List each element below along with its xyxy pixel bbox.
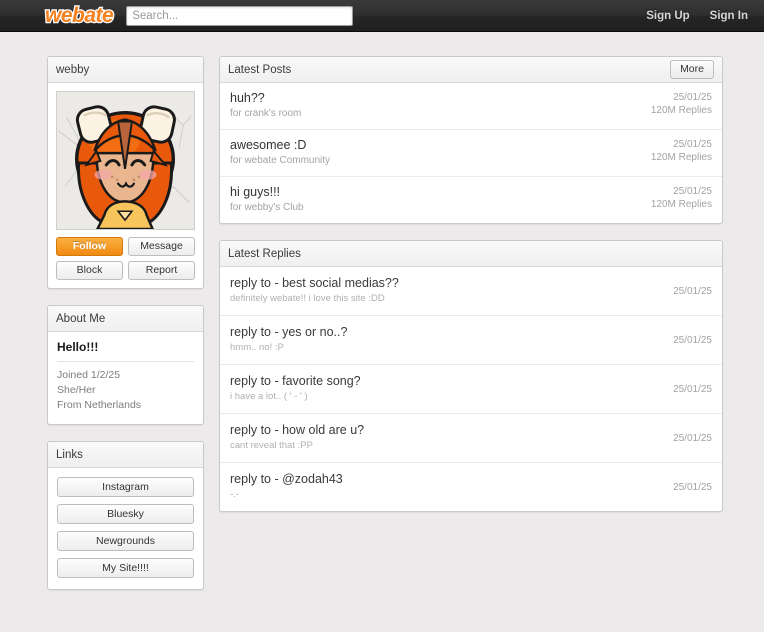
reply-row[interactable]: reply to - yes or no..? hmm.. no! :P 25/…	[220, 315, 722, 364]
post-row-left: hi guys!!! for webby's Club	[230, 185, 304, 215]
post-reply-count: 120M Replies	[650, 199, 712, 210]
reply-row-right: 25/01/25	[663, 383, 712, 396]
post-date: 25/01/25	[673, 139, 712, 150]
sidebar: webby Follow Message Block Report About …	[47, 56, 204, 590]
reply-date: 25/01/25	[673, 383, 712, 395]
post-title: awesomee :D	[230, 138, 307, 152]
post-row-right: 25/01/25 120M Replies	[641, 185, 712, 211]
reply-row-left: reply to - how old are u? cant reveal th…	[230, 423, 364, 453]
profile-panel-body: Follow Message Block Report	[48, 83, 203, 288]
reply-date: 25/01/25	[673, 334, 712, 346]
post-context: for webby's Club	[230, 202, 304, 213]
reply-date: 25/01/25	[673, 432, 712, 444]
reply-title: reply to - @zodah43	[230, 472, 343, 486]
sign-in-link[interactable]: Sign In	[710, 10, 748, 22]
reply-body: i have a lot.. ( ' - ' )	[230, 391, 308, 402]
reply-row-left: reply to - yes or no..? hmm.. no! :P	[230, 325, 347, 355]
post-context: for crank's room	[230, 108, 302, 119]
reply-row-left: reply to - @zodah43 -.-	[230, 472, 343, 502]
post-date: 25/01/25	[673, 186, 712, 197]
reply-body: cant reveal that :PP	[230, 440, 313, 451]
page-layout: webby Follow Message Block Report About …	[0, 56, 764, 590]
latest-posts-list: huh?? for crank's room 25/01/25 120M Rep…	[220, 83, 722, 223]
reply-row-left: reply to - favorite song? i have a lot..…	[230, 374, 361, 404]
site-header: webate Sign Up Sign In	[0, 0, 764, 32]
profile-panel-header: webby	[48, 57, 203, 83]
reply-date: 25/01/25	[673, 481, 712, 493]
page-body: webby Follow Message Block Report About …	[0, 32, 764, 632]
latest-replies-title: Latest Replies	[228, 247, 301, 260]
reply-date: 25/01/25	[673, 285, 712, 297]
post-row-right: 25/01/25 120M Replies	[641, 91, 712, 117]
profile-action-buttons: Follow Message Block Report	[56, 237, 195, 280]
message-button[interactable]: Message	[128, 237, 195, 256]
reply-title: reply to - how old are u?	[230, 423, 365, 437]
post-row[interactable]: hi guys!!! for webby's Club 25/01/25 120…	[220, 176, 722, 223]
link-newgrounds[interactable]: Newgrounds	[57, 531, 194, 551]
about-me-joined: Joined 1/2/25	[57, 369, 121, 381]
reply-row[interactable]: reply to - best social medias?? definite…	[220, 267, 722, 315]
reply-row-right: 25/01/25	[663, 432, 712, 445]
reply-title: reply to - yes or no..?	[230, 325, 348, 339]
links-header: Links	[48, 442, 203, 468]
header-nav: Sign Up Sign In	[646, 0, 748, 32]
reply-title: reply to - best social medias??	[230, 276, 399, 290]
post-title: huh??	[230, 91, 265, 105]
reply-row[interactable]: reply to - favorite song? i have a lot..…	[220, 364, 722, 413]
about-me-pronouns: She/Her	[57, 384, 96, 396]
reply-body: hmm.. no! :P	[230, 342, 284, 353]
reply-row-right: 25/01/25	[663, 334, 712, 347]
latest-replies-panel: Latest Replies reply to - best social me…	[219, 240, 723, 512]
reply-row-left: reply to - best social medias?? definite…	[230, 276, 399, 306]
search-input[interactable]	[126, 5, 354, 26]
links-title: Links	[56, 448, 83, 461]
latest-replies-list: reply to - best social medias?? definite…	[220, 267, 722, 511]
post-reply-count: 120M Replies	[650, 105, 712, 116]
post-title: hi guys!!!	[230, 185, 281, 199]
post-row-right: 25/01/25 120M Replies	[641, 138, 712, 164]
post-row[interactable]: awesomee :D for webate Community 25/01/2…	[220, 129, 722, 176]
reply-row-right: 25/01/25	[663, 481, 712, 494]
latest-posts-title: Latest Posts	[228, 63, 292, 76]
about-me-title: About Me	[56, 312, 106, 325]
follow-button[interactable]: Follow	[56, 237, 123, 256]
reply-row[interactable]: reply to - how old are u? cant reveal th…	[220, 413, 722, 462]
profile-panel: webby Follow Message Block Report	[47, 56, 204, 289]
reply-row[interactable]: reply to - @zodah43 -.- 25/01/25	[220, 462, 722, 511]
reply-body: -.-	[230, 489, 239, 500]
link-instagram[interactable]: Instagram	[57, 477, 194, 497]
report-button[interactable]: Report	[128, 261, 195, 280]
site-logo[interactable]: webate	[44, 4, 115, 28]
links-panel: Links Instagram Bluesky Newgrounds My Si…	[47, 441, 204, 590]
latest-replies-header: Latest Replies	[220, 241, 722, 267]
avatar[interactable]	[56, 91, 195, 230]
about-me-body: Hello!!! Joined 1/2/25 She/Her From Neth…	[48, 332, 203, 424]
about-me-panel: About Me Hello!!! Joined 1/2/25 She/Her …	[47, 305, 204, 425]
reply-title: reply to - favorite song?	[230, 374, 361, 388]
post-reply-count: 120M Replies	[650, 152, 712, 163]
block-button[interactable]: Block	[56, 261, 123, 280]
links-body: Instagram Bluesky Newgrounds My Site!!!!	[48, 468, 203, 589]
about-me-header: About Me	[48, 306, 203, 332]
latest-posts-more-button[interactable]: More	[670, 60, 714, 79]
reply-body: definitely webate!! i love this site :DD	[230, 293, 385, 304]
profile-username: webby	[56, 63, 90, 76]
main-content: Latest Posts More huh?? for crank's room…	[219, 56, 723, 512]
reply-row-right: 25/01/25	[663, 285, 712, 298]
link-my-site[interactable]: My Site!!!!	[57, 558, 194, 578]
post-date: 25/01/25	[673, 92, 712, 103]
post-row-left: huh?? for crank's room	[230, 91, 301, 121]
post-row-left: awesomee :D for webate Community	[230, 138, 330, 168]
post-context: for webate Community	[230, 155, 331, 166]
post-row[interactable]: huh?? for crank's room 25/01/25 120M Rep…	[220, 83, 722, 129]
sign-up-link[interactable]: Sign Up	[646, 10, 689, 22]
latest-posts-header: Latest Posts More	[220, 57, 722, 83]
about-me-greeting: Hello!!!	[57, 340, 194, 362]
about-me-location: From Netherlands	[57, 399, 142, 411]
link-bluesky[interactable]: Bluesky	[57, 504, 194, 524]
latest-posts-panel: Latest Posts More huh?? for crank's room…	[219, 56, 723, 224]
